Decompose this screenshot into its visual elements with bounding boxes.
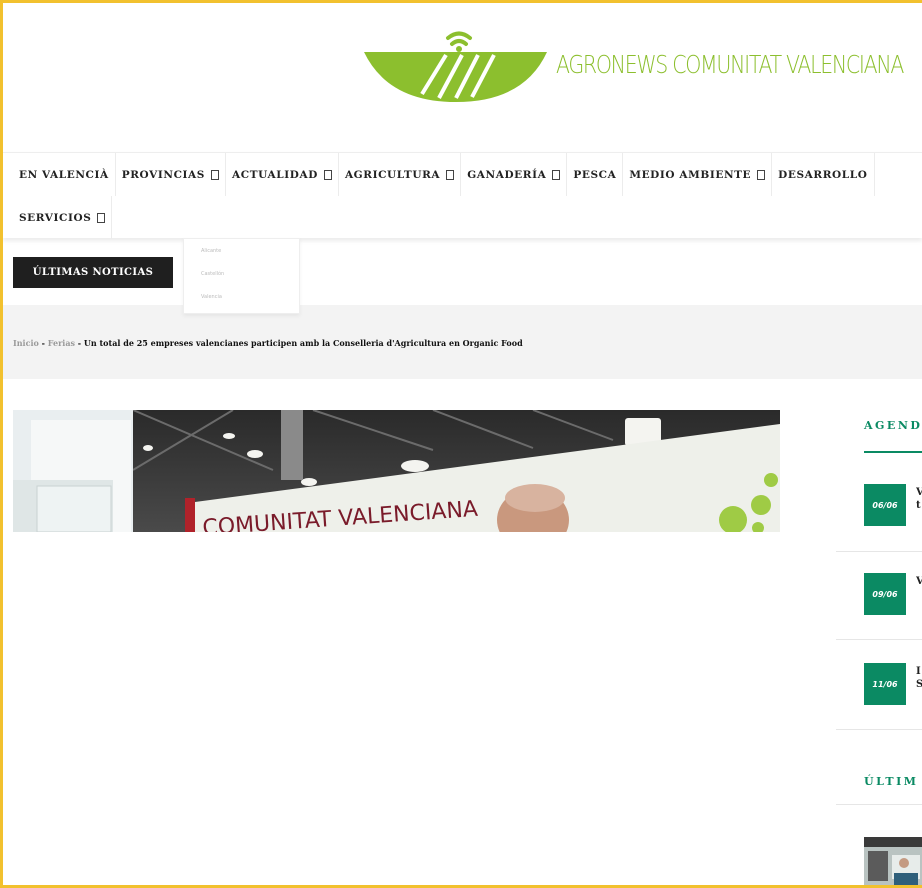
expo-photo: COMUNITAT VALENCIANA bbox=[13, 410, 780, 532]
main-nav: EN VALENCIÀ PROVINCIAS ACTUALIDAD AGRICULTU… bbox=[3, 152, 922, 239]
article-hero-image: COMUNITAT VALENCIANA bbox=[13, 410, 780, 532]
agenda-divider bbox=[836, 639, 922, 640]
nav-item-provincias[interactable]: PROVINCIAS bbox=[116, 153, 226, 196]
agenda-item-title: V bbox=[916, 576, 922, 587]
nav-item-actualidad[interactable]: ACTUALIDAD bbox=[226, 153, 339, 196]
latest-title-divider bbox=[836, 804, 922, 805]
agenda-divider bbox=[836, 729, 922, 730]
nav-item-label: EN VALENCIÀ bbox=[19, 168, 109, 181]
nav-item-ganadería[interactable]: GANADERÍA bbox=[461, 153, 568, 196]
dropdown-caret-icon bbox=[323, 169, 332, 180]
breadcrumb-section-link[interactable]: Ferias bbox=[48, 338, 75, 348]
latest-title: ÚLTIM bbox=[864, 775, 919, 788]
agenda-date-badge: 09/06 bbox=[864, 573, 906, 615]
nav-row-primary: EN VALENCIÀ PROVINCIAS ACTUALIDAD AGRICULTU… bbox=[3, 153, 922, 196]
agenda-divider bbox=[836, 551, 922, 552]
dropdown-caret-icon bbox=[757, 169, 766, 180]
nav-item-en-valencià[interactable]: EN VALENCIÀ bbox=[3, 153, 116, 196]
nav-item-label: MEDIO AMBIENTE bbox=[629, 168, 752, 181]
dropdown-caret-icon bbox=[97, 212, 106, 223]
nav-item-label: ACTUALIDAD bbox=[231, 168, 318, 181]
dropdown-item[interactable]: Alicante bbox=[184, 239, 299, 262]
dropdown-caret-icon bbox=[210, 169, 219, 180]
logo-wordmark: AGRONEWS COMUNITAT VALENCIANA bbox=[556, 50, 904, 79]
agenda-item-title: I S bbox=[916, 666, 922, 690]
latest-news-thumbnail[interactable] bbox=[864, 837, 922, 885]
dropdown-caret-icon bbox=[552, 169, 561, 180]
breadcrumb-current: Un total de 25 empreses valencianes part… bbox=[83, 338, 523, 348]
dropdown-item[interactable]: Castellón bbox=[184, 262, 299, 285]
nav-item-agricultura[interactable]: AGRICULTURA bbox=[339, 153, 462, 196]
agenda-date-badge: 06/06 bbox=[864, 484, 906, 526]
nav-item-desarrollo[interactable]: DESARROLLO bbox=[772, 153, 875, 196]
nav-row-secondary: SERVICIOS bbox=[3, 196, 922, 239]
nav-item-label: SERVICIOS bbox=[19, 211, 92, 224]
breadcrumb-separator: - bbox=[38, 338, 48, 348]
dropdown-item[interactable]: Valencia bbox=[184, 285, 299, 308]
agenda-date-badge: 11/06 bbox=[864, 663, 906, 705]
agenda-item-title: V t bbox=[916, 487, 922, 511]
site-logo[interactable]: AGRONEWS COMUNITAT VALENCIANA bbox=[364, 28, 922, 108]
breadcrumb-separator: - bbox=[75, 338, 84, 348]
dropdown-caret-icon bbox=[446, 169, 455, 180]
agenda-title: AGEND bbox=[864, 419, 922, 432]
agenda-title-underline bbox=[864, 451, 922, 453]
nav-item-pesca[interactable]: PESCA bbox=[567, 153, 624, 196]
thumbnail-photo bbox=[864, 837, 922, 885]
nav-item-label: PROVINCIAS bbox=[121, 168, 205, 181]
nav-item-label: DESARROLLO bbox=[778, 168, 868, 181]
breadcrumb: Inicio - Ferias - Un total de 25 emprese… bbox=[13, 338, 523, 348]
logo-field-icon bbox=[364, 31, 547, 102]
breadcrumb-home-link[interactable]: Inicio bbox=[13, 338, 39, 348]
provincias-dropdown: Alicante Castellón Valencia bbox=[183, 238, 300, 314]
nav-item-servicios[interactable]: SERVICIOS bbox=[3, 196, 113, 239]
breadcrumb-band: Inicio - Ferias - Un total de 25 emprese… bbox=[3, 305, 922, 379]
nav-item-label: AGRICULTURA bbox=[344, 168, 441, 181]
nav-item-label: PESCA bbox=[573, 168, 617, 181]
latest-news-button[interactable]: ÚLTIMAS NOTICIAS bbox=[13, 257, 173, 288]
nav-item-medio-ambiente[interactable]: MEDIO AMBIENTE bbox=[623, 153, 773, 196]
nav-item-label: GANADERÍA bbox=[467, 168, 547, 181]
